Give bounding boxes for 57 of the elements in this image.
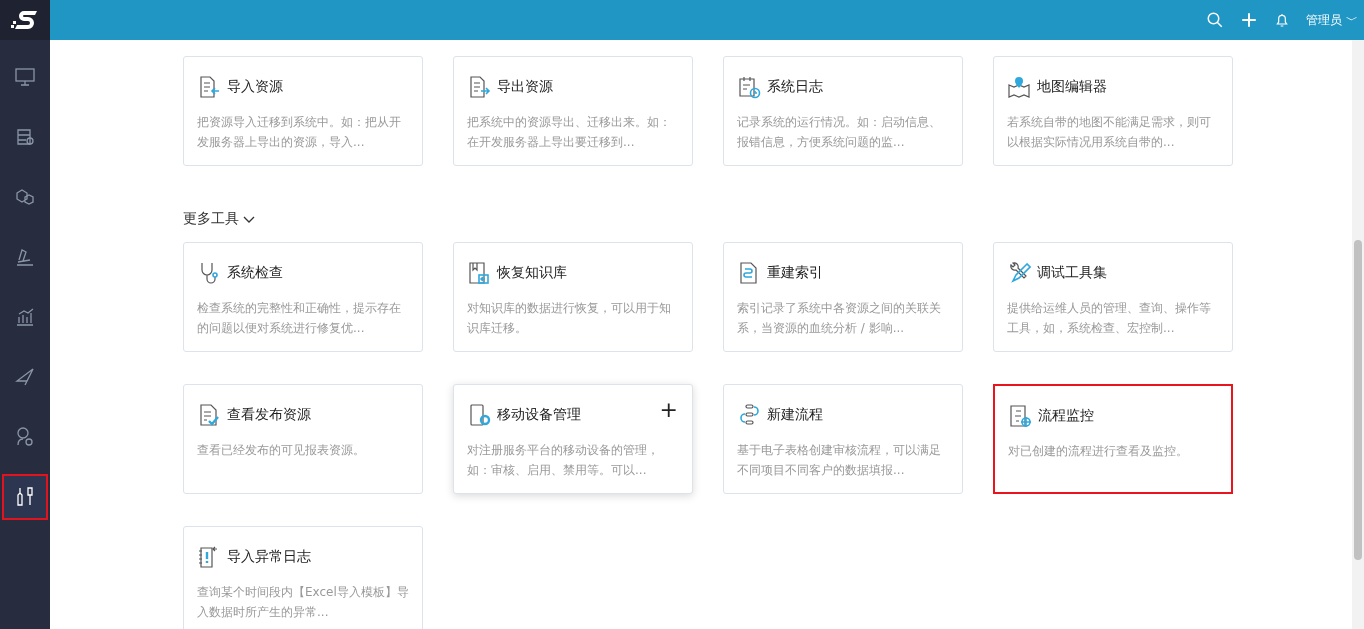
tool-title: 恢复知识库 [497,264,567,282]
wrench-screwdriver-icon [1007,261,1031,285]
tool-card[interactable]: 重建索引 索引记录了系统中各资源之间的关联关系，当资源的血统分析 / 影响... [723,242,963,352]
tool-title: 流程监控 [1038,407,1094,425]
import-document-icon [197,75,221,99]
tool-description: 若系统自带的地图不能满足需求，则可以根据实际情况用系统自带的... [1007,114,1212,151]
tool-description: 查看已经发布的可见报表资源。 [197,442,366,459]
logo-icon [11,8,39,32]
add-button[interactable]: + [659,399,678,421]
flow-monitor-icon [1008,404,1032,428]
monitor-icon [13,65,37,89]
tool-card[interactable]: 恢复知识库 对知识库的数据进行恢复，可以用于知识库迁移。 [453,242,693,352]
tool-title: 新建流程 [767,406,823,424]
export-document-icon [467,75,491,99]
tool-description: 索引记录了系统中各资源之间的关联关系，当资源的血统分析 / 影响... [737,300,942,337]
tool-title: 地图编辑器 [1037,78,1107,96]
tool-description: 基于电子表格创建审核流程，可以满足不同项目不同客户的数据填报... [737,442,942,479]
tool-title: 系统日志 [767,78,823,96]
tool-title: 重建索引 [767,264,823,282]
tool-card[interactable]: 系统日志 记录系统的运行情况。如：启动信息、报错信息，方便系统问题的监... [723,56,963,166]
map-pin-icon [1007,75,1031,99]
tool-card[interactable]: 移动设备管理 对注册服务平台的移动设备的管理，如：审核、启用、禁用等。可以... + [453,384,693,494]
tool-card[interactable]: 流程监控 对已创建的流程进行查看及监控。 [993,384,1233,494]
sidebar-item[interactable] [2,474,48,520]
tool-description: 检查系统的完整性和正确性，提示存在的问题以便对系统进行修复优... [197,300,402,337]
tool-title: 调试工具集 [1037,264,1107,282]
notification-button[interactable] [1274,12,1290,28]
section-toggle[interactable]: 更多工具 [183,210,255,228]
tool-description: 把资源导入迁移到系统中。如：把从开发服务器上导出的资源，导入... [197,114,402,151]
tool-card[interactable]: 新建流程 基于电子表格创建审核流程，可以满足不同项目不同客户的数据填报... [723,384,963,494]
tool-description: 查询某个时间段内【Excel导入模板】导入数据时所产生的异常... [197,584,409,621]
document-check-icon [197,403,221,427]
tool-card[interactable]: 导入异常日志 查询某个时间段内【Excel导入模板】导入数据时所产生的异常... [183,526,423,629]
add-button[interactable] [1240,11,1258,29]
tool-card[interactable]: 地图编辑器 若系统自带的地图不能满足需求，则可以根据实际情况用系统自带的... [993,56,1233,166]
tool-card[interactable]: 调试工具集 提供给运维人员的管理、查询、操作等工具，如，系统检查、宏控制... [993,242,1233,352]
tool-title: 查看发布资源 [227,406,311,424]
tool-title: 导入资源 [227,78,283,96]
tool-card[interactable]: 导入资源 把资源导入迁移到系统中。如：把从开发服务器上导出的资源，导入... [183,56,423,166]
tool-title: 系统检查 [227,264,283,282]
tool-card[interactable]: 查看发布资源 查看已经发布的可见报表资源。 [183,384,423,494]
tool-title: 导入异常日志 [227,548,311,566]
tool-title: 导出资源 [497,78,553,96]
scrollbar[interactable] [1352,40,1364,629]
tool-card[interactable]: 系统检查 检查系统的完整性和正确性，提示存在的问题以便对系统进行修复优... [183,242,423,352]
tool-description: 对注册服务平台的移动设备的管理，如：审核、启用、禁用等。可以... [467,442,660,479]
tool-description: 把系统中的资源导出、迁移出来。如：在开发服务器上导出要迁移到... [467,114,672,151]
tool-card[interactable]: 导出资源 把系统中的资源导出、迁移出来。如：在开发服务器上导出要迁移到... [453,56,693,166]
tool-description: 提供给运维人员的管理、查询、操作等工具，如，系统检查、宏控制... [1007,300,1212,337]
tool-description: 对知识库的数据进行恢复，可以用于知识库迁移。 [467,300,672,337]
tool-description: 记录系统的运行情况。如：启动信息、报错信息，方便系统问题的监... [737,114,942,151]
calendar-clock-icon [737,75,761,99]
tool-title: 移动设备管理 [497,406,581,424]
workflow-icon [737,403,761,427]
book-restore-icon [467,261,491,285]
search-button[interactable] [1206,11,1224,29]
tool-description: 对已创建的流程进行查看及监控。 [1008,443,1189,460]
